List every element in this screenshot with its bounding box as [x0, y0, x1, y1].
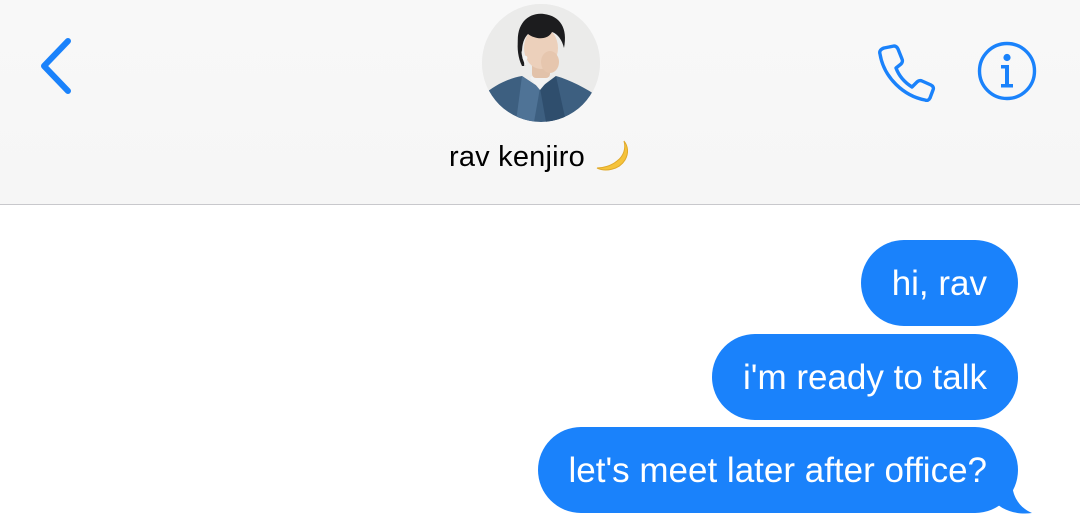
message-text: let's meet later after office? — [568, 450, 987, 490]
message-text: i'm ready to talk — [743, 357, 987, 397]
chevron-left-icon — [41, 38, 71, 94]
contact-name: rav kenjiro — [449, 140, 585, 173]
info-button[interactable] — [974, 38, 1040, 104]
avatar[interactable] — [482, 4, 600, 122]
conversation-header: rav kenjiro — [0, 0, 1080, 205]
crescent-moon-icon — [596, 140, 628, 171]
back-button[interactable] — [26, 30, 86, 102]
contact-name-row[interactable]: rav kenjiro — [0, 138, 1080, 176]
phone-icon — [878, 44, 936, 102]
message-text: hi, rav — [891, 263, 987, 303]
outgoing-message-bubble[interactable]: i'm ready to talk — [712, 334, 1018, 420]
avatar-photo — [482, 4, 600, 122]
outgoing-message-bubble[interactable]: let's meet later after office? — [537, 427, 1018, 513]
message-thread[interactable]: hi, rav i'm ready to talk let's meet lat… — [0, 205, 1080, 532]
outgoing-message-bubble[interactable]: hi, rav — [860, 240, 1018, 326]
chat-screen: rav kenjiro hi, rav i'm ready to talk le… — [0, 0, 1080, 532]
call-button[interactable] — [872, 38, 938, 104]
info-circle-icon — [977, 41, 1037, 101]
